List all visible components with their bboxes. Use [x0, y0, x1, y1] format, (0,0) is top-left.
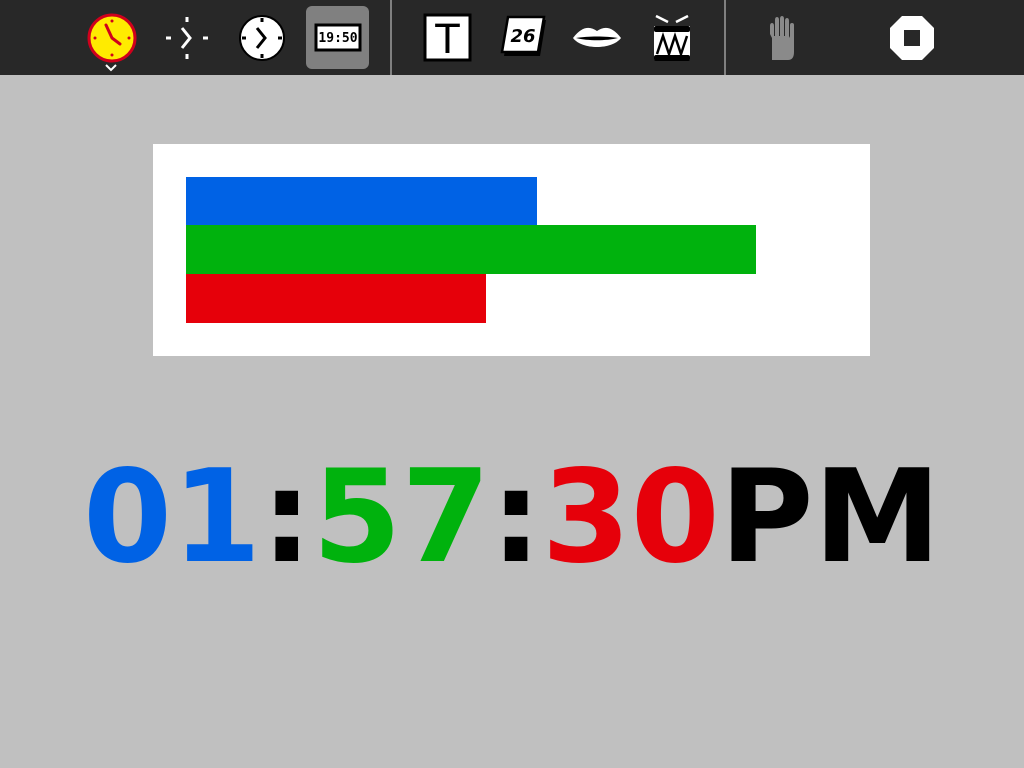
write-date-icon-label: 26 [510, 26, 535, 47]
write-date-icon: 26 [500, 15, 546, 56]
digital-time-display: 01:57:30PM [0, 448, 1024, 588]
toolbar-separator [724, 0, 726, 75]
speak-time-button[interactable] [565, 6, 628, 69]
write-time-icon-label: T [434, 17, 460, 63]
write-time-button[interactable]: T [415, 6, 478, 69]
seconds-bar [186, 274, 486, 323]
time-bars-panel [153, 144, 870, 356]
write-date-button[interactable]: 26 [490, 6, 553, 69]
seconds-text: 30 [541, 443, 720, 592]
grab-button[interactable] [749, 6, 812, 69]
ampm-text: PM [719, 443, 941, 592]
digital-clock-icon-label: 19:50 [318, 31, 357, 46]
minutes-text: 57 [312, 443, 491, 592]
toolbar-separator [390, 0, 392, 75]
activity-button[interactable] [80, 6, 143, 69]
simple-clock-icon [165, 16, 208, 59]
clock-activity-icon [87, 13, 136, 62]
separator-text: : [490, 443, 542, 592]
chevron-down-icon[interactable] [104, 63, 118, 73]
nice-clock-button[interactable] [230, 6, 293, 69]
hours-text: 01 [83, 443, 262, 592]
hours-bar [186, 177, 537, 226]
alarm-drum-icon [653, 14, 690, 61]
simple-clock-button[interactable] [155, 6, 218, 69]
stop-button[interactable] [880, 6, 943, 69]
minutes-bar [186, 225, 756, 274]
digital-clock-button[interactable]: 19:50 [306, 6, 369, 69]
toolbar: 19:50 T 26 [0, 0, 1024, 75]
nice-clock-icon [238, 14, 285, 61]
stop-icon [889, 15, 934, 60]
grab-hand-icon [769, 15, 794, 60]
digital-clock-icon: 19:50 [314, 23, 361, 51]
alarm-button[interactable] [640, 6, 703, 69]
separator-text: : [261, 443, 313, 592]
speak-time-icon [572, 27, 621, 47]
write-time-icon: T [423, 13, 471, 63]
